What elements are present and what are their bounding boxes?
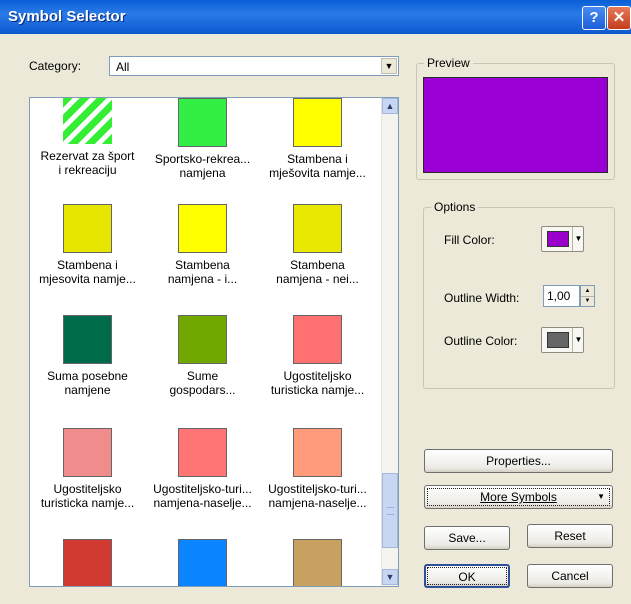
symbol-swatch bbox=[178, 428, 227, 477]
dropdown-arrow-icon: ▼ bbox=[572, 227, 584, 251]
dropdown-arrow-icon: ▼ bbox=[572, 328, 584, 352]
close-button[interactable]: ✕ bbox=[607, 6, 631, 30]
symbol-swatch bbox=[63, 428, 112, 477]
outline-width-spinner[interactable]: ▲ ▼ bbox=[580, 285, 595, 307]
fill-color-label: Fill Color: bbox=[444, 233, 495, 247]
outline-width-value: 1,00 bbox=[547, 289, 571, 303]
symbol-swatch bbox=[63, 204, 112, 253]
symbol-label: Ugostiteljsko turisticka namje... bbox=[40, 482, 135, 510]
symbol-swatch bbox=[178, 204, 227, 253]
close-icon: ✕ bbox=[612, 9, 626, 26]
symbol-label: Stambena namjena - i... bbox=[167, 258, 238, 286]
symbol-item[interactable]: Ugostiteljsko turisticka namje... bbox=[260, 315, 375, 397]
symbol-item[interactable]: Ugostiteljsko-turi... namjena-naselje... bbox=[145, 428, 260, 510]
preview-swatch bbox=[423, 77, 608, 173]
more-symbols-label: More Symbols bbox=[480, 490, 557, 504]
symbol-label: Ugostiteljsko turisticka namje... bbox=[270, 369, 365, 397]
scroll-thumb[interactable] bbox=[382, 473, 398, 548]
symbol-item[interactable]: Ugostiteljsko-turi... namjena-naselje... bbox=[260, 428, 375, 510]
symbol-swatch bbox=[293, 98, 342, 147]
symbol-swatch bbox=[293, 539, 342, 586]
symbol-label: Ugostiteljsko-turi... namjena-naselje... bbox=[268, 482, 367, 510]
window-title: Symbol Selector bbox=[8, 8, 126, 25]
more-symbols-button[interactable]: More Symbols ▼ bbox=[424, 485, 613, 509]
dropdown-arrow-icon: ▼ bbox=[597, 492, 605, 501]
outline-width-input[interactable]: 1,00 bbox=[543, 285, 580, 307]
symbol-item[interactable]: Sportsko-rekrea... namjena bbox=[145, 98, 260, 180]
save-button[interactable]: Save... bbox=[424, 526, 510, 550]
category-label: Category: bbox=[29, 59, 82, 73]
outline-color-button[interactable]: ▼ bbox=[541, 327, 584, 353]
options-label: Options bbox=[431, 200, 479, 214]
symbol-swatch bbox=[63, 98, 112, 144]
symbol-item[interactable]: Stambena namjena - nei... bbox=[260, 204, 375, 286]
symbol-label: Suma posebne namjene bbox=[47, 369, 128, 397]
fill-color-button[interactable]: ▼ bbox=[541, 226, 584, 252]
preview-label: Preview bbox=[424, 56, 473, 70]
symbol-item[interactable] bbox=[145, 539, 260, 586]
outline-color-swatch bbox=[547, 332, 569, 348]
help-button[interactable]: ? bbox=[582, 6, 606, 30]
fill-color-swatch bbox=[547, 231, 569, 247]
symbol-item[interactable]: Stambena i mjesovita namje... bbox=[30, 204, 145, 286]
symbol-swatch bbox=[293, 428, 342, 477]
outline-width-label: Outline Width: bbox=[444, 291, 520, 305]
symbol-list[interactable]: Rezervat za šport i rekreaciju Sportsko-r… bbox=[29, 97, 399, 587]
cancel-button[interactable]: Cancel bbox=[527, 564, 613, 588]
symbol-label: Stambena i mjesovita namje... bbox=[39, 258, 136, 286]
scroll-down-icon[interactable]: ▼ bbox=[382, 569, 398, 585]
symbol-label: Sume gospodars... bbox=[169, 369, 236, 397]
properties-button[interactable]: Properties... bbox=[424, 449, 613, 473]
symbol-label: Sportsko-rekrea... namjena bbox=[154, 152, 251, 180]
symbol-label: Ugostiteljsko-turi... namjena-naselje... bbox=[153, 482, 252, 510]
outline-color-label: Outline Color: bbox=[444, 334, 518, 348]
symbol-item[interactable]: Stambena namjena - i... bbox=[145, 204, 260, 286]
symbol-label: Stambena namjena - nei... bbox=[276, 258, 359, 286]
symbol-item[interactable]: Ugostiteljsko turisticka namje... bbox=[30, 428, 145, 510]
symbol-label: Stambena i mješovita namje... bbox=[269, 152, 366, 180]
scroll-up-icon[interactable]: ▲ bbox=[382, 98, 398, 114]
symbol-item[interactable]: Suma posebne namjene bbox=[30, 315, 145, 397]
symbol-swatch bbox=[63, 539, 112, 586]
symbol-item[interactable]: Rezervat za šport i rekreaciju bbox=[30, 98, 145, 177]
symbol-swatch bbox=[178, 98, 227, 147]
category-value: All bbox=[116, 60, 130, 74]
spin-down-icon[interactable]: ▼ bbox=[581, 296, 594, 306]
chevron-down-icon[interactable]: ▼ bbox=[381, 58, 397, 74]
ok-button[interactable]: OK bbox=[424, 564, 510, 588]
symbol-swatch bbox=[293, 204, 342, 253]
category-dropdown[interactable]: All ▼ bbox=[109, 56, 399, 76]
symbol-item[interactable] bbox=[30, 539, 145, 586]
symbol-item[interactable]: Stambena i mješovita namje... bbox=[260, 98, 375, 180]
symbol-swatch bbox=[178, 315, 227, 364]
help-icon: ? bbox=[589, 9, 599, 26]
symbol-swatch bbox=[178, 539, 227, 586]
symbol-item[interactable] bbox=[260, 539, 375, 586]
symbol-list-scrollbar[interactable]: ▲ ▼ bbox=[381, 98, 398, 586]
symbol-swatch bbox=[293, 315, 342, 364]
title-bar: Symbol Selector ? ✕ bbox=[0, 0, 631, 34]
symbol-label: Rezervat za šport i rekreaciju bbox=[40, 149, 135, 177]
reset-button[interactable]: Reset bbox=[527, 524, 613, 548]
symbol-item[interactable]: Sume gospodars... bbox=[145, 315, 260, 397]
symbol-swatch bbox=[63, 315, 112, 364]
